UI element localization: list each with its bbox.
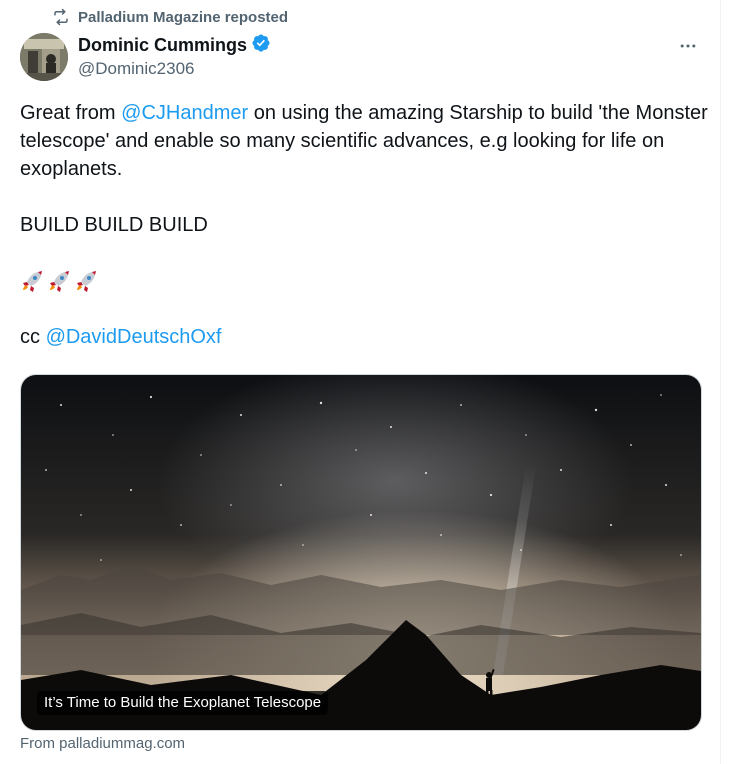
tweet-paragraph-cc: cc @DavidDeutschOxf xyxy=(20,323,710,351)
repost-icon xyxy=(52,8,70,26)
rocket-icon xyxy=(23,271,96,292)
card-caption: It’s Time to Build the Exoplanet Telesco… xyxy=(37,691,329,715)
rocket-emojis xyxy=(20,267,710,295)
tweet-page: Palladium Magazine reposted Dominic Cumm… xyxy=(0,0,737,764)
more-options-button[interactable] xyxy=(676,34,700,58)
mention-link[interactable]: @DavidDeutschOxf xyxy=(46,326,222,348)
tweet-text: Great from @CJHandmer on using the amazi… xyxy=(20,99,710,351)
link-card[interactable]: It’s Time to Build the Exoplanet Telesco… xyxy=(20,374,702,731)
card-source-link[interactable]: From palladiummag.com xyxy=(20,735,185,752)
author-handle[interactable]: @Dominic2306 xyxy=(78,59,271,79)
column-divider xyxy=(720,0,721,764)
tweet-paragraph-1: Great from @CJHandmer on using the amazi… xyxy=(20,99,710,183)
avatar[interactable] xyxy=(20,33,68,81)
author-block: Dominic Cummings @Dominic2306 xyxy=(78,33,271,79)
repost-label: Palladium Magazine reposted xyxy=(78,8,289,26)
repost-indicator[interactable]: Palladium Magazine reposted xyxy=(52,8,288,26)
tweet-text-segment: cc xyxy=(20,326,46,348)
tweet-paragraph-2: BUILD BUILD BUILD xyxy=(20,214,208,236)
mention-link[interactable]: @CJHandmer xyxy=(121,102,248,124)
tweet-text-segment: Great from xyxy=(20,102,122,124)
card-image xyxy=(21,375,701,730)
more-dots-icon xyxy=(680,44,696,48)
verified-badge-icon xyxy=(251,33,271,58)
author-name[interactable]: Dominic Cummings xyxy=(78,35,247,56)
